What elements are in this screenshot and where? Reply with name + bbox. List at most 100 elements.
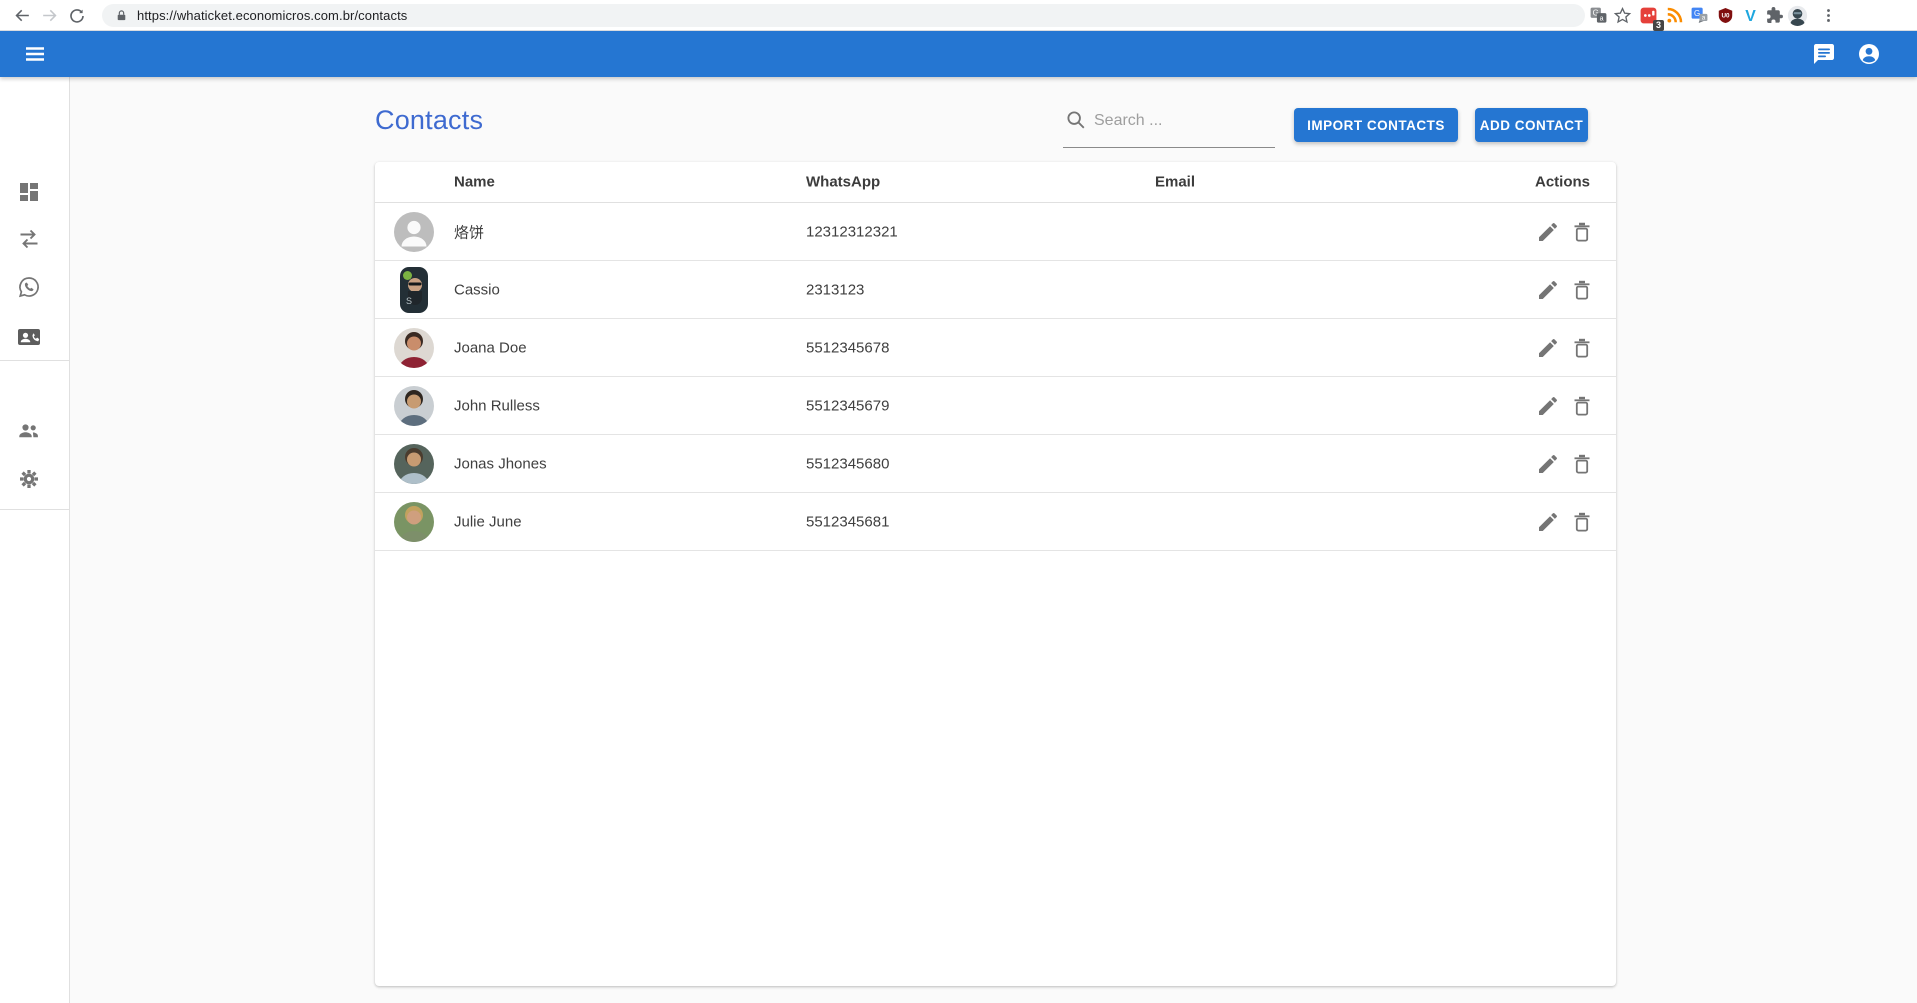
delete-contact-button[interactable] — [1570, 278, 1594, 302]
hamburger-menu-icon[interactable] — [23, 42, 47, 66]
contact-name: Joana Doe — [454, 339, 527, 356]
contact-avatar — [394, 328, 434, 368]
delete-contact-button[interactable] — [1570, 510, 1594, 534]
contact-avatar — [394, 386, 434, 426]
dashboard-icon — [17, 180, 41, 204]
svg-text:a: a — [1600, 14, 1604, 22]
sidebar-item-connections[interactable] — [17, 227, 41, 251]
edit-pencil-icon — [1536, 452, 1560, 476]
delete-trash-icon — [1570, 278, 1594, 302]
sidebar — [0, 77, 70, 1003]
edit-pencil-icon — [1536, 394, 1560, 418]
table-row: John Rulless 5512345679 — [375, 377, 1616, 435]
table-row: S Cassio 2313123 — [375, 261, 1616, 319]
edit-pencil-icon — [1536, 278, 1560, 302]
delete-trash-icon — [1570, 220, 1594, 244]
svg-text:S: S — [406, 296, 412, 306]
swap-arrows-icon — [17, 227, 41, 251]
search-field — [1063, 106, 1276, 148]
ublock-extension-icon[interactable]: U0 — [1714, 4, 1737, 27]
contact-whatsapp: 12312312321 — [806, 223, 898, 240]
edit-contact-button[interactable] — [1536, 220, 1560, 244]
svg-text:a: a — [1702, 14, 1706, 21]
account-circle-icon[interactable] — [1857, 42, 1881, 66]
table-row: 烙饼 12312312321 — [375, 203, 1616, 261]
delete-contact-button[interactable] — [1570, 336, 1594, 360]
sidebar-item-dashboard[interactable] — [17, 180, 41, 204]
table-row: Julie June 5512345681 — [375, 493, 1616, 551]
delete-contact-button[interactable] — [1570, 394, 1594, 418]
profile-avatar-icon[interactable] — [1786, 4, 1809, 27]
table-header: Name WhatsApp Email Actions — [375, 162, 1616, 203]
delete-contact-button[interactable] — [1570, 220, 1594, 244]
v-extension-icon[interactable]: V — [1739, 4, 1762, 27]
svg-text:G: G — [1694, 9, 1700, 18]
gear-icon — [17, 467, 41, 491]
contact-name: John Rulless — [454, 397, 540, 414]
edit-contact-button[interactable] — [1536, 336, 1560, 360]
delete-trash-icon — [1570, 510, 1594, 534]
edit-pencil-icon — [1536, 220, 1560, 244]
lock-icon — [115, 9, 128, 22]
contacts-card-icon — [17, 325, 41, 349]
delete-trash-icon — [1570, 336, 1594, 360]
contacts-card: Name WhatsApp Email Actions 烙饼 123123123… — [375, 162, 1616, 986]
edit-contact-button[interactable] — [1536, 394, 1560, 418]
sidebar-item-users[interactable] — [17, 418, 41, 442]
red-extension-icon[interactable]: 3 — [1637, 4, 1660, 27]
contact-avatar — [394, 502, 434, 542]
sidebar-divider — [0, 509, 69, 510]
contact-whatsapp: 5512345681 — [806, 513, 889, 530]
search-input[interactable] — [1094, 106, 1272, 136]
url-text[interactable]: https://whaticket.economicros.com.br/con… — [137, 8, 407, 23]
contact-whatsapp: 5512345680 — [806, 455, 889, 472]
edit-pencil-icon — [1536, 336, 1560, 360]
column-header-actions: Actions — [1535, 174, 1590, 191]
translate-extension-icon[interactable]: Ga — [1688, 4, 1711, 27]
table-row: Joana Doe 5512345678 — [375, 319, 1616, 377]
table-row: Jonas Jhones 5512345680 — [375, 435, 1616, 493]
contact-avatar — [394, 444, 434, 484]
contact-name: Julie June — [454, 513, 522, 530]
edit-pencil-icon — [1536, 510, 1560, 534]
delete-trash-icon — [1570, 394, 1594, 418]
svg-text:V: V — [1745, 8, 1756, 25]
sidebar-item-contacts[interactable] — [17, 325, 41, 349]
contact-name: Cassio — [454, 281, 500, 298]
back-arrow-icon[interactable] — [11, 4, 34, 27]
url-bar[interactable]: https://whaticket.economicros.com.br/con… — [102, 4, 1585, 27]
app-bar — [0, 31, 1917, 77]
svg-text:U0: U0 — [1721, 12, 1730, 19]
people-icon — [17, 418, 41, 442]
column-header-email: Email — [1155, 174, 1195, 191]
browser-menu-dots-icon[interactable] — [1817, 4, 1840, 27]
edit-contact-button[interactable] — [1536, 452, 1560, 476]
page-title: Contacts — [375, 105, 483, 136]
whatsapp-icon — [17, 275, 41, 299]
screen: https://whaticket.economicros.com.br/con… — [0, 0, 1917, 1003]
contact-whatsapp: 5512345679 — [806, 397, 889, 414]
browser-toolbar: https://whaticket.economicros.com.br/con… — [0, 0, 1917, 31]
contact-avatar: S — [394, 266, 434, 314]
bookmark-star-icon[interactable] — [1611, 4, 1634, 27]
forward-arrow-icon[interactable] — [38, 4, 61, 27]
add-contact-button[interactable]: ADD CONTACT — [1475, 108, 1588, 142]
puzzle-extension-icon[interactable] — [1763, 4, 1786, 27]
edit-contact-button[interactable] — [1536, 510, 1560, 534]
contact-whatsapp: 5512345678 — [806, 339, 889, 356]
search-underline — [1063, 147, 1275, 148]
delete-trash-icon — [1570, 452, 1594, 476]
edit-contact-button[interactable] — [1536, 278, 1560, 302]
contact-name: 烙饼 — [454, 221, 484, 242]
contact-name: Jonas Jhones — [454, 455, 547, 472]
contact-whatsapp: 2313123 — [806, 281, 864, 298]
sidebar-divider — [0, 360, 69, 361]
sidebar-item-tickets[interactable] — [17, 275, 41, 299]
page-translate-icon[interactable]: Ga — [1587, 4, 1610, 27]
rss-extension-icon[interactable] — [1663, 4, 1686, 27]
sidebar-item-settings[interactable] — [17, 467, 41, 491]
delete-contact-button[interactable] — [1570, 452, 1594, 476]
refresh-icon[interactable] — [65, 4, 88, 27]
chat-icon[interactable] — [1812, 42, 1836, 66]
import-contacts-button[interactable]: IMPORT CONTACTS — [1294, 108, 1458, 142]
